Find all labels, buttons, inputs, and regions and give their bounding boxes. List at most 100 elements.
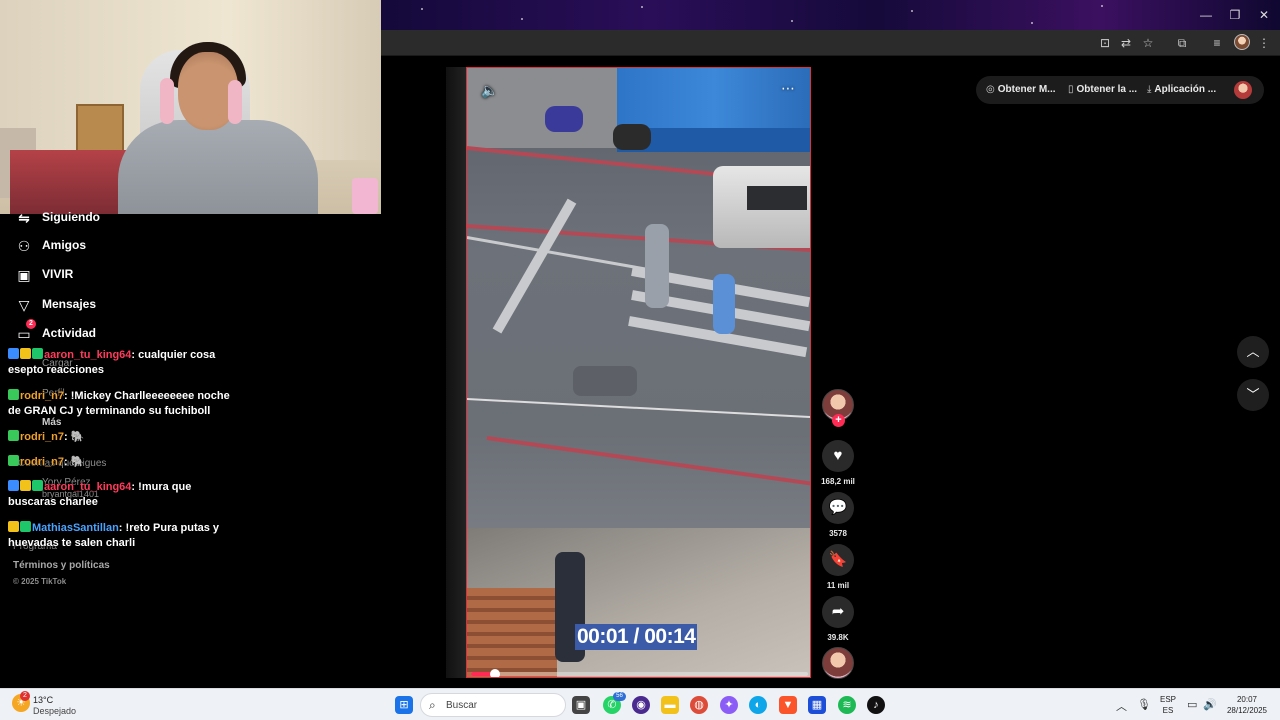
get-coins-button[interactable]: ◎ Obtener M... <box>986 84 1056 95</box>
chat-text: 🐘 <box>70 456 85 468</box>
tiktok-icon[interactable]: ♪ <box>867 696 885 714</box>
user-avatar[interactable] <box>1234 81 1252 99</box>
sound-avatar[interactable] <box>822 647 854 679</box>
browser-title-bar: — ❐ ✕ <box>381 0 1280 30</box>
next-video-button[interactable]: ﹀ <box>1237 379 1269 411</box>
pedestrian <box>645 224 669 308</box>
follow-button[interactable]: + <box>832 414 845 427</box>
get-app-bar: ◎ Obtener M... ▯ Obtener la ... ⤓ Aplicació… <box>976 76 1264 104</box>
windows-start-icon[interactable]: ⊞ <box>395 696 413 714</box>
extensions-icon[interactable]: ⧉ <box>1173 34 1191 52</box>
video-player[interactable]: 🔈 ⋯ 00:01 / 00:14 <box>466 67 811 678</box>
network-icon[interactable]: ▭ <box>1187 698 1197 711</box>
like-count: 168,2 mil <box>821 477 855 486</box>
volume-icon[interactable]: 🔊 <box>1203 698 1217 711</box>
get-app-button[interactable]: ▯ Obtener la ... <box>1068 84 1137 95</box>
notification-badge: 2 <box>26 319 36 329</box>
friends-icon: ⚇ <box>17 238 31 254</box>
video-side-shadow <box>446 67 466 678</box>
volume-icon[interactable]: 🔈 <box>481 82 498 99</box>
browser-toolbar: ⊡ ⇄ ☆ ⧉ ≡ ⋮ <box>381 30 1280 56</box>
like-button[interactable]: ♥ <box>822 440 854 472</box>
store-icon[interactable]: ▦ <box>808 696 826 714</box>
previous-video-button[interactable]: ︿ <box>1237 336 1269 368</box>
sidebar-item-label: Siguiendo <box>42 210 100 224</box>
weather-desc: Despejado <box>33 706 77 716</box>
share-button[interactable]: ➦ <box>822 596 854 628</box>
clock-date[interactable]: 28/12/2025 <box>1222 706 1272 715</box>
terms-link[interactable]: Términos y políticas <box>13 560 110 571</box>
close-button[interactable]: ✕ <box>1255 6 1273 24</box>
translate-icon[interactable]: ⇄ <box>1117 34 1135 52</box>
chrome-icon[interactable]: ◍ <box>690 696 708 714</box>
more-options-icon[interactable]: ⋯ <box>781 80 795 97</box>
weather-badge: 2 <box>20 691 30 701</box>
profile-avatar[interactable] <box>1234 34 1250 50</box>
chat-username: rodri_n7 <box>20 390 65 402</box>
keyboard-layout[interactable]: ES <box>1156 706 1180 715</box>
screenshot-icon[interactable]: ⊡ <box>1096 34 1114 52</box>
bookmark-star-icon[interactable]: ☆ <box>1139 34 1157 52</box>
download-app-button[interactable]: ⤓ Aplicación ... <box>1147 84 1216 95</box>
clock-time[interactable]: 20:07 <box>1222 695 1272 704</box>
chat-username: aaron_tu_king64 <box>44 349 132 361</box>
motorcycle <box>613 124 651 150</box>
comment-button[interactable]: 💬 <box>822 492 854 524</box>
chat-text: 🐘 <box>70 431 85 443</box>
chevron-down-icon: ﹀ <box>1246 387 1260 402</box>
pedestrian <box>713 274 735 334</box>
minimize-button[interactable]: — <box>1197 6 1215 24</box>
file-explorer-icon[interactable]: ▬ <box>661 696 679 714</box>
share-arrow-icon: ➦ <box>831 603 845 620</box>
chat-message: rodri_n7: 🐘 <box>8 455 240 470</box>
comment-icon: 💬 <box>828 499 848 516</box>
comment-count: 3578 <box>829 529 847 538</box>
parked-car <box>573 366 637 396</box>
sidebar-item-label: Actividad <box>42 326 97 340</box>
following-icon: ⇋ <box>18 210 30 226</box>
messages-icon: ▽ <box>18 297 30 313</box>
chat-username: MathiasSantillan <box>32 522 119 534</box>
microphone-icon[interactable]: 🎙 <box>1137 698 1151 711</box>
sidebar-item-label: VIVIR <box>42 267 74 281</box>
chat-username: rodri_n7 <box>20 431 65 443</box>
bookmark-icon: 🔖 <box>828 551 848 568</box>
search-icon: ⌕ <box>429 698 436 712</box>
progress-knob[interactable] <box>489 669 500 677</box>
chevron-up-icon: ︿ <box>1246 344 1260 359</box>
video-timestamp: 00:01 / 00:14 <box>575 624 698 650</box>
pickup-truck <box>713 166 810 248</box>
tray-chevron-icon[interactable]: ︿ <box>1116 698 1127 714</box>
chat-username: aaron_tu_king64 <box>44 481 132 493</box>
chat-message: aaron_tu_king64: !mura que buscaras char… <box>8 480 192 508</box>
streamer-webcam <box>0 0 381 214</box>
obs-icon[interactable]: ◉ <box>632 696 650 714</box>
sidebar-item-label: Mensajes <box>42 297 97 311</box>
chat-message: aaron_tu_king64: cualquier cosa esepto r… <box>8 348 216 376</box>
motorcycle <box>545 106 583 132</box>
heart-icon: ♥ <box>833 447 843 464</box>
search-placeholder: Buscar <box>446 700 478 711</box>
media-control-icon[interactable]: ≡ <box>1208 34 1226 52</box>
weather-temp: 13°C <box>33 695 54 705</box>
chat-username: rodri_n7 <box>20 456 65 468</box>
copilot-icon[interactable]: ✦ <box>720 696 738 714</box>
language-code[interactable]: ESP <box>1156 695 1180 704</box>
maximize-button[interactable]: ❐ <box>1226 6 1244 24</box>
chat-message: rodri_n7: 🐘 <box>8 430 240 445</box>
download-icon: ⤓ <box>1147 84 1152 95</box>
menu-kebab-icon[interactable]: ⋮ <box>1255 34 1273 52</box>
copyright-text: © 2025 TikTok <box>13 577 67 586</box>
edge-icon[interactable]: ◐ <box>749 696 767 714</box>
save-button[interactable]: 🔖 <box>822 544 854 576</box>
task-view-icon[interactable]: ▣ <box>572 696 590 714</box>
live-icon: ▣ <box>17 267 31 283</box>
coin-icon: ◎ <box>986 84 995 95</box>
spotify-icon[interactable]: ≋ <box>838 696 856 714</box>
sidebar-item-label: Amigos <box>42 238 87 252</box>
brave-icon[interactable]: ▼ <box>779 696 797 714</box>
taskbar-search[interactable]: ⌕ Buscar <box>420 693 566 717</box>
whatsapp-badge: 56 <box>613 692 626 701</box>
video-progress-bar[interactable] <box>471 669 808 677</box>
chat-message: rodri_n7: !Mickey Charlleeeeeeee noche d… <box>8 389 230 417</box>
